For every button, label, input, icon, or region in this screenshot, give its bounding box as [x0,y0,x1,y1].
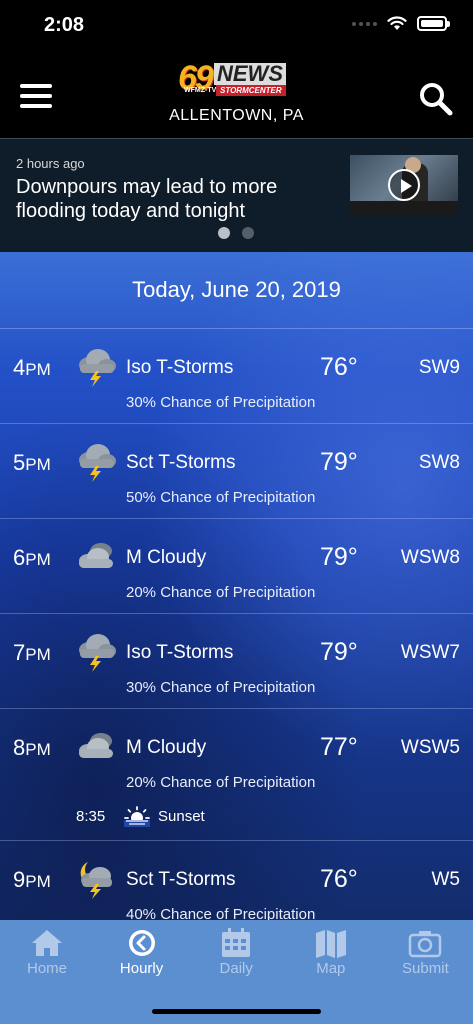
sunset-time: 8:35 [76,808,106,825]
wind-label: WSW7 [400,642,460,663]
precipitation-chance: 30% Chance of Precipitation [126,394,316,411]
condition-label: Iso T-Storms [126,642,234,663]
temperature: 76° [320,353,358,381]
cloudy-icon [74,537,118,577]
tab-hourly[interactable]: Hourly [95,924,189,984]
precipitation-chance: 20% Chance of Precipitation [126,774,316,791]
tab-daily[interactable]: Daily [189,924,283,984]
station-logo: 69 NEWS WFMZ-TV STORMCENTER [178,60,294,100]
hourly-row[interactable]: 8PM M Cloudy 77° WSW5 20% Chance of Prec… [0,709,473,841]
hourly-row[interactable]: 6PM M Cloudy 79° WSW8 20% Chance of Prec… [0,519,473,614]
precipitation-chance: 40% Chance of Precipitation [126,906,316,920]
hour-label: 5PM [13,450,51,475]
night-storm-icon [74,859,118,899]
wind-label: WSW8 [400,547,460,568]
temperature: 79° [320,448,358,476]
wifi-icon [387,16,407,30]
hourly-row[interactable]: 5PM Sct T-Storms 79° SW8 50% Chance of P… [0,424,473,519]
condition-label: Sct T-Storms [126,869,236,890]
wind-label: WSW5 [400,737,460,758]
carousel-dots [218,227,254,239]
tab-label: Daily [219,960,253,977]
hour-label: 8PM [13,735,51,760]
sunset-label: Sunset [158,808,205,825]
cellular-signal-icon [352,21,377,26]
temperature: 79° [320,543,358,571]
condition-label: Iso T-Storms [126,357,234,378]
news-banner[interactable]: 2 hours ago Downpours may lead to more f… [0,138,473,252]
temperature: 79° [320,638,358,666]
precipitation-chance: 20% Chance of Precipitation [126,584,316,601]
hour-label: 6PM [13,545,51,570]
wind-label: W5 [431,869,461,890]
hourly-row[interactable]: 9PM Sct T-Storms 76° W5 40% Chance of Pr… [0,841,473,920]
tab-submit[interactable]: Submit [378,924,472,984]
tab-home[interactable]: Home [0,924,94,984]
menu-button[interactable] [20,84,52,108]
precipitation-chance: 30% Chance of Precipitation [126,679,316,696]
temperature: 77° [320,733,358,761]
tab-label: Home [26,960,67,977]
hour-label: 9PM [13,867,51,892]
news-video-thumbnail[interactable] [350,155,458,215]
tab-label: Map [316,960,346,977]
app-header: 69 NEWS WFMZ-TV STORMCENTER ALLENTOWN, P… [0,50,473,138]
carousel-dot[interactable] [218,227,230,239]
hourly-row[interactable]: 7PM Iso T-Storms 79° WSW7 30% Chance of … [0,614,473,709]
cloudy-icon [74,727,118,767]
calendar-icon [189,928,283,958]
map-icon [284,928,378,958]
hour-label: 4PM [13,355,51,380]
news-timestamp: 2 hours ago [16,156,85,171]
search-icon[interactable] [419,82,453,116]
location-label: ALLENTOWN, PA [169,107,304,124]
status-bar: 2:08 [0,0,473,50]
storm-cloud-icon [74,442,118,482]
storm-cloud-icon [74,632,118,672]
condition-label: Sct T-Storms [126,452,236,473]
battery-icon [417,16,450,31]
tab-label: Hourly [119,960,164,977]
clock-icon [95,928,189,958]
condition-label: M Cloudy [126,737,207,758]
news-headline[interactable]: Downpours may lead to more flooding toda… [16,175,336,223]
play-icon[interactable] [388,169,420,201]
storm-cloud-icon [74,347,118,387]
hour-label: 7PM [13,640,51,665]
wind-label: SW8 [418,452,460,473]
temperature: 76° [320,865,358,893]
camera-icon [378,928,472,958]
home-indicator [152,1009,321,1014]
status-icons [352,16,450,31]
carousel-dot[interactable] [242,227,254,239]
tab-map[interactable]: Map [284,924,378,984]
precipitation-chance: 50% Chance of Precipitation [126,489,316,506]
tab-label: Submit [402,960,449,977]
forecast-date: Today, June 20, 2019 [0,252,473,329]
hourly-forecast[interactable]: Today, June 20, 2019 4PM Iso T-Storms 76… [0,252,473,920]
sunset-icon [124,805,150,827]
condition-label: M Cloudy [126,547,207,568]
hourly-row[interactable]: 4PM Iso T-Storms 76° SW9 30% Chance of P… [0,329,473,424]
status-time: 2:08 [44,14,85,36]
wind-label: SW9 [418,357,460,378]
home-icon [0,928,94,958]
